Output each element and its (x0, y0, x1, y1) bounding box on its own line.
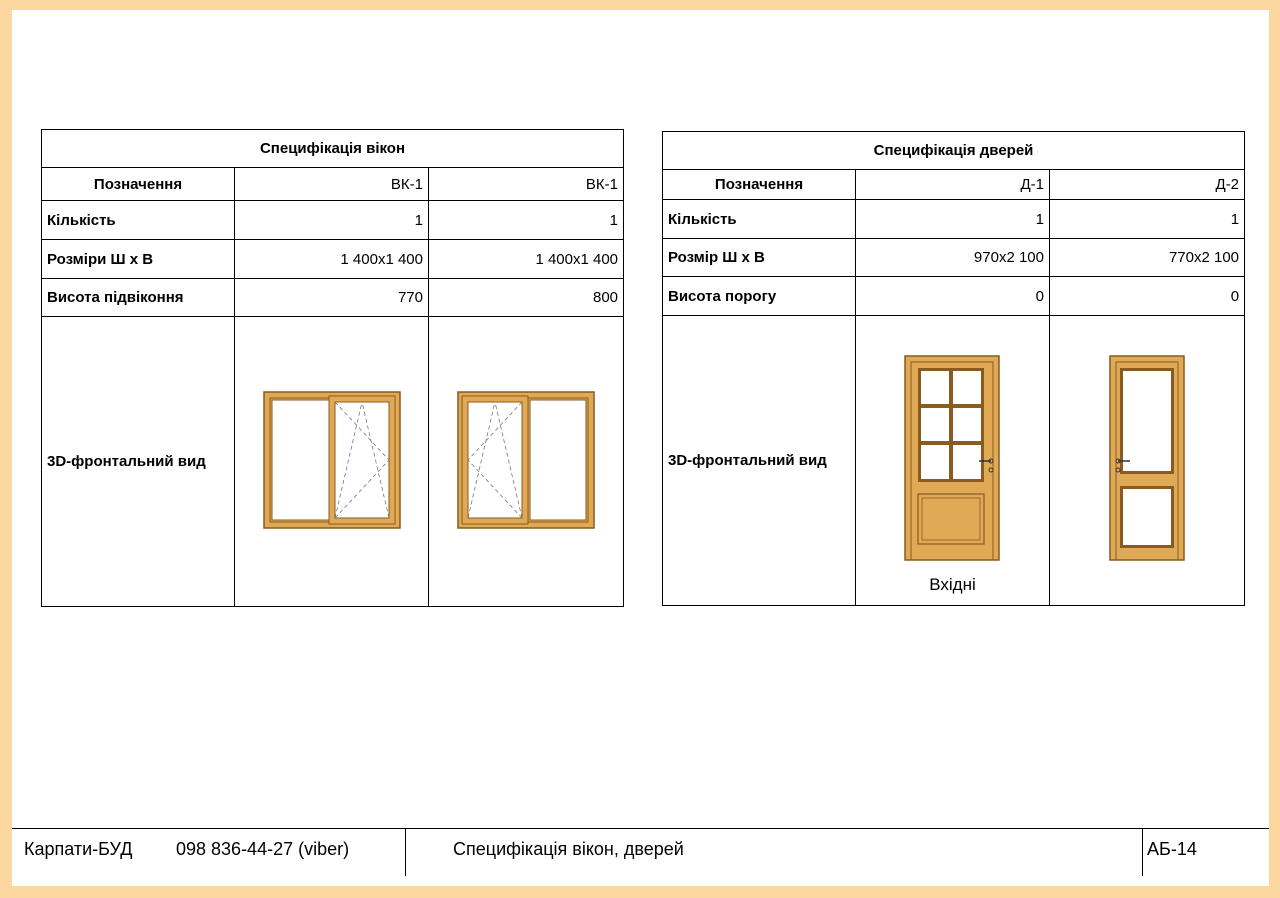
window-2-sill: 800 (427, 278, 625, 317)
door-1-threshold: 0 (855, 276, 1050, 316)
door-2-drawing (1109, 355, 1185, 561)
window-spec-table: Специфікація вікон Позначення ВК-1 ВК-1 … (40, 129, 625, 607)
title-block-divider (1142, 829, 1143, 876)
window-sill-label: Висота підвіконня (41, 278, 235, 317)
title-block: Карпати-БУД 098 836-44-27 (viber) Специф… (12, 828, 1269, 876)
sheet-title: Специфікація вікон, дверей (453, 839, 684, 859)
door-1-quantity: 1 (855, 199, 1050, 239)
window-spec-title: Специфікація вікон (40, 129, 625, 168)
door-size-label: Розмір Ш х В (662, 238, 856, 277)
title-block-divider (405, 829, 406, 876)
door-2-designation: Д-2 (1048, 169, 1246, 200)
company-phone: 098 836-44-27 (viber) (176, 839, 350, 859)
door-quantity-label: Кількість (662, 199, 856, 239)
window-designation-label: Позначення (41, 167, 235, 201)
company-name: Карпати-БУД (24, 839, 133, 859)
door-2-quantity: 1 (1048, 199, 1246, 239)
door-designation-label: Позначення (662, 169, 856, 200)
door-spec-table: Специфікація дверей Позначення Д-1 Д-2 К… (661, 131, 1246, 606)
window-2-quantity: 1 (427, 200, 625, 240)
window-1-sill: 770 (234, 278, 429, 317)
window-2-designation: ВК-1 (427, 167, 625, 201)
door-2-threshold: 0 (1048, 276, 1246, 316)
window-1-designation: ВК-1 (234, 167, 429, 201)
window-view-label: 3D-фронтальний вид (41, 316, 235, 607)
window-1-quantity: 1 (234, 200, 429, 240)
door-1-designation: Д-1 (855, 169, 1050, 200)
window-quantity-label: Кількість (41, 200, 235, 240)
window-1-drawing-cell (234, 316, 429, 607)
door-1-caption: Вхідні (929, 575, 976, 594)
door-1-drawing-cell: Вхідні (855, 315, 1050, 606)
window-1-drawing (262, 390, 401, 529)
window-1-size: 1 400х1 400 (234, 239, 429, 279)
window-2-drawing-cell (427, 316, 625, 607)
door-2-size: 770х2 100 (1048, 238, 1246, 277)
window-size-label: Розміри Ш х В (41, 239, 235, 279)
door-spec-title: Специфікація дверей (661, 131, 1246, 170)
door-2-drawing-cell (1048, 315, 1246, 606)
window-2-drawing (457, 390, 595, 529)
sheet-number: АБ-14 (1147, 839, 1197, 859)
door-view-label: 3D-фронтальний вид (662, 315, 856, 606)
window-2-size: 1 400х1 400 (427, 239, 625, 279)
door-threshold-label: Висота порогу (662, 276, 856, 316)
door-1-drawing (904, 355, 1000, 561)
door-1-size: 970х2 100 (855, 238, 1050, 277)
